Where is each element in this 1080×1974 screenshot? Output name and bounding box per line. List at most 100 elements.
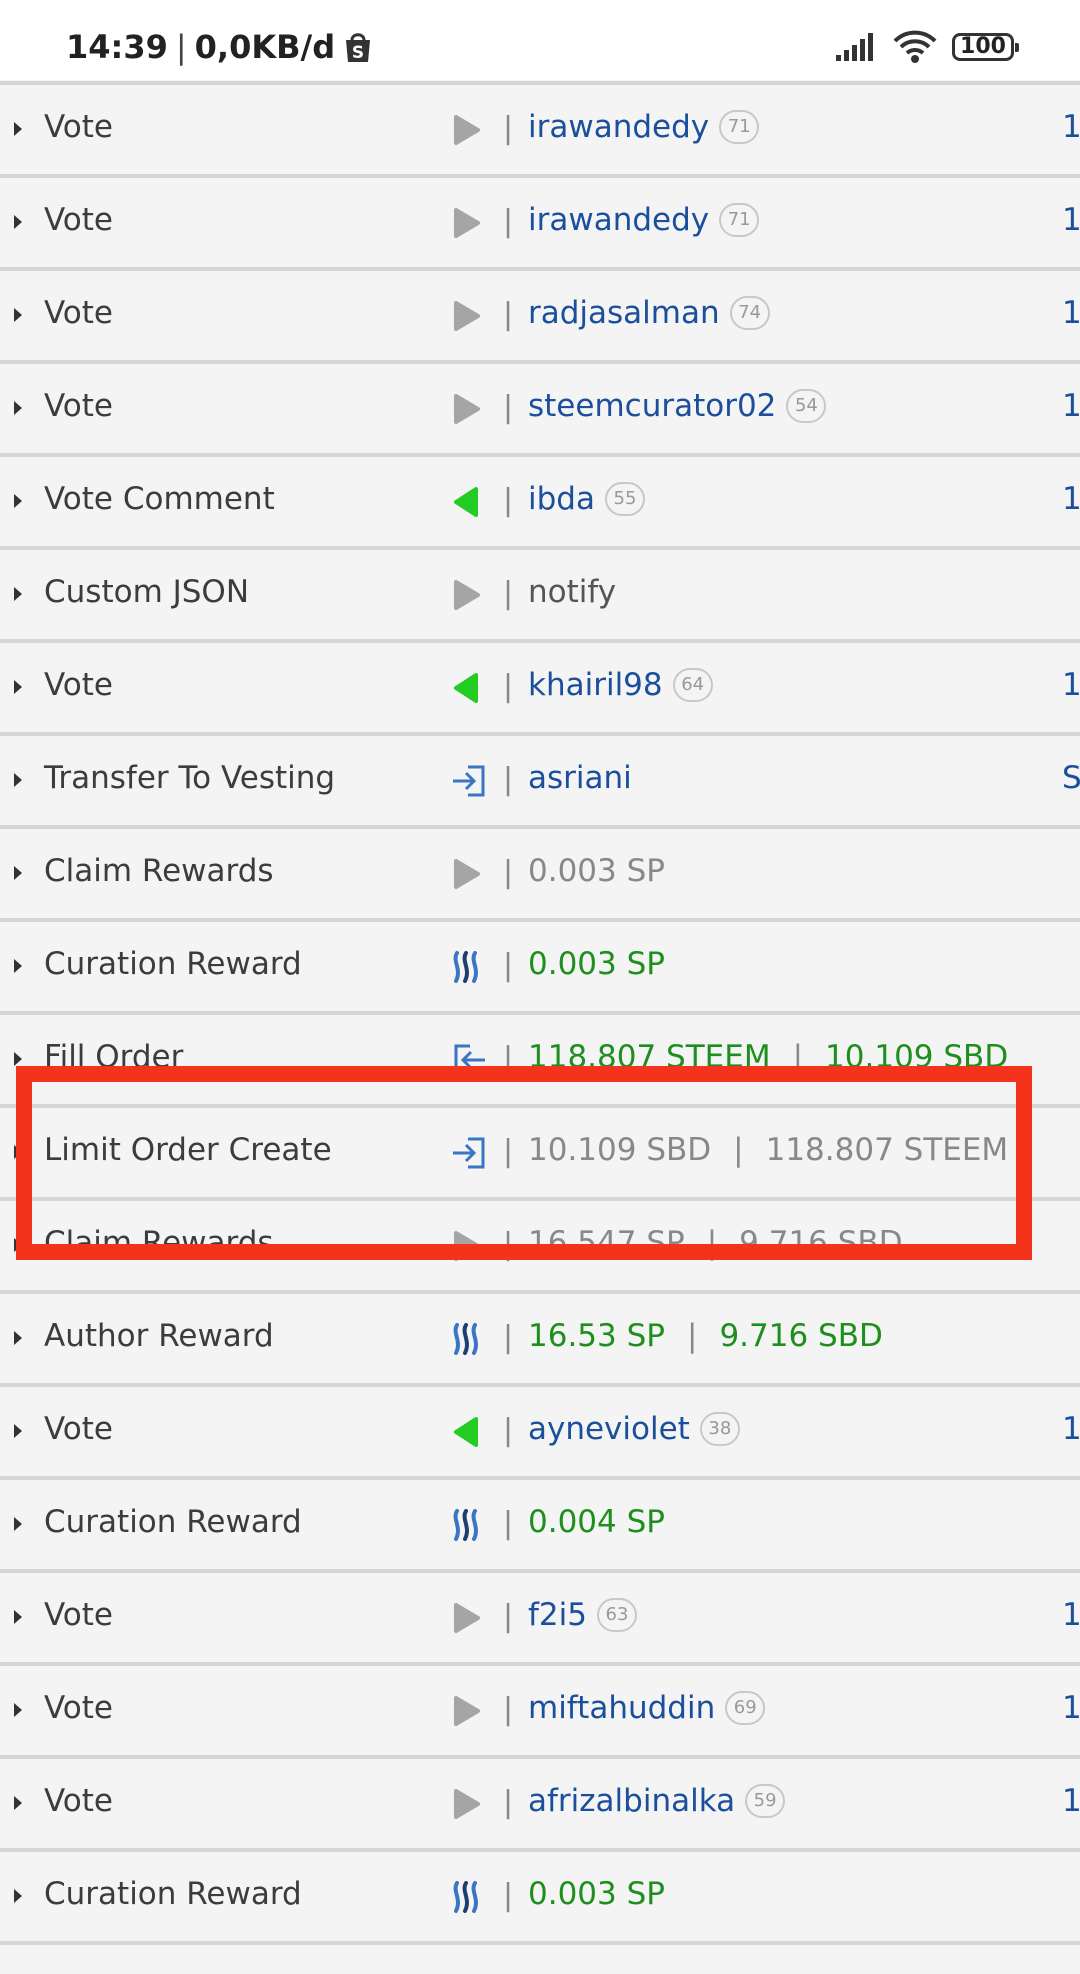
shopee-bag-icon: S [346, 33, 371, 63]
operation-row[interactable]: Claim Rewards | 0.003 SP [0, 829, 1080, 922]
expand-caret-icon[interactable] [14, 1703, 22, 1717]
play-gray-icon [450, 205, 484, 241]
column-divider: | [503, 762, 514, 797]
column-divider: | [503, 297, 514, 332]
expand-caret-icon[interactable] [14, 1331, 22, 1345]
username-link[interactable]: asriani [528, 760, 632, 796]
expand-caret-icon[interactable] [14, 1424, 22, 1438]
operation-name: Vote [44, 667, 113, 703]
truncated-value: 1 [1062, 295, 1080, 331]
battery-level: 100 [960, 34, 1006, 59]
operation-row[interactable]: Curation Reward | 0.003 SP [0, 922, 1080, 1015]
status-separator: | [175, 28, 187, 66]
expand-caret-icon[interactable] [14, 866, 22, 880]
expand-caret-icon[interactable] [14, 1052, 22, 1066]
wifi-icon [893, 30, 937, 63]
play-gray-icon [450, 112, 484, 148]
truncated-value: 1 [1062, 481, 1080, 517]
truncated-value: 1 [1062, 1690, 1080, 1726]
username-link[interactable]: f2i5 [528, 1597, 587, 1633]
operation-name: Vote [44, 1690, 113, 1726]
operation-row[interactable]: Custom JSON | notify [0, 550, 1080, 643]
svg-text:S: S [352, 43, 364, 63]
operation-row[interactable]: Curation Reward | 0.004 SP [0, 1480, 1080, 1573]
column-divider: | [503, 1506, 514, 1541]
operation-name: Vote [44, 1597, 113, 1633]
truncated-value: 1 [1062, 1411, 1080, 1447]
signal-icon [836, 33, 873, 61]
username-link[interactable]: ibda [528, 481, 595, 517]
amount-value: 0.004 SP [528, 1504, 665, 1540]
username-link[interactable]: miftahuddin [528, 1690, 715, 1726]
play-gray-icon [450, 577, 484, 613]
username-link[interactable]: radjasalman [528, 295, 720, 331]
operation-name: Vote [44, 202, 113, 238]
username-link[interactable]: irawandedy [528, 109, 709, 145]
username-link[interactable]: steemcurator02 [528, 388, 776, 424]
amount-value: notify [528, 574, 617, 610]
expand-caret-icon[interactable] [14, 122, 22, 136]
amount-value: 0.003 SP [528, 853, 665, 889]
operation-row[interactable]: Vote | afrizalbinalka 59 1 [0, 1759, 1080, 1852]
operation-name: Curation Reward [44, 1504, 302, 1540]
operation-name: Vote [44, 1411, 113, 1447]
clock: 14:39 [66, 28, 168, 66]
column-divider: | [503, 855, 514, 890]
expand-caret-icon[interactable] [14, 1517, 22, 1531]
expand-caret-icon[interactable] [14, 308, 22, 322]
play-gray-icon [450, 1693, 484, 1729]
operation-detail: radjasalman 74 [528, 295, 770, 331]
operation-row[interactable]: Vote | miftahuddin 69 1 [0, 1666, 1080, 1759]
operation-row[interactable]: Vote | irawandedy 71 1 [0, 85, 1080, 178]
operation-row[interactable]: Vote | radjasalman 74 1 [0, 271, 1080, 364]
operation-row[interactable]: Vote | irawandedy 71 1 [0, 178, 1080, 271]
operation-name: Vote [44, 1783, 113, 1819]
operation-detail: irawandedy 71 [528, 109, 760, 145]
column-divider: | [503, 1878, 514, 1913]
truncated-value: ST [1062, 760, 1080, 796]
operation-row[interactable]: Curation Reward | 0.003 SP [0, 1852, 1080, 1945]
username-link[interactable]: afrizalbinalka [528, 1783, 735, 1819]
column-divider: | [503, 204, 514, 239]
status-left: 14:39 | 0,0KB/d S [66, 28, 373, 66]
username-link[interactable]: khairil98 [528, 667, 663, 703]
amount-value: 9.716 SBD [719, 1318, 883, 1354]
expand-caret-icon[interactable] [14, 215, 22, 229]
operation-row[interactable]: Vote Comment | ibda 55 1 [0, 457, 1080, 550]
column-divider: | [503, 1413, 514, 1448]
reputation-badge: 71 [719, 110, 760, 144]
expand-caret-icon[interactable] [14, 401, 22, 415]
expand-caret-icon[interactable] [14, 959, 22, 973]
operation-name: Vote [44, 109, 113, 145]
operation-detail: steemcurator02 54 [528, 388, 827, 424]
highlight-box [16, 1066, 1032, 1260]
operation-row[interactable]: Vote | f2i5 63 1 [0, 1573, 1080, 1666]
upvote-green-icon [450, 670, 484, 706]
operation-row[interactable]: Vote | khairil98 64 1 [0, 643, 1080, 736]
expand-caret-icon[interactable] [14, 1796, 22, 1810]
operation-row[interactable]: Author Reward | 16.53 SP | 9.716 SBD [0, 1294, 1080, 1387]
column-divider: | [503, 1692, 514, 1727]
operation-name: Author Reward [44, 1318, 274, 1354]
amount-separator: | [686, 1318, 698, 1354]
network-speed: 0,0KB/d [194, 28, 336, 66]
expand-caret-icon[interactable] [14, 1610, 22, 1624]
expand-caret-icon[interactable] [14, 1889, 22, 1903]
operation-row[interactable]: Vote | steemcurator02 54 1 [0, 364, 1080, 457]
operation-row[interactable]: Vote | ayneviolet 38 1 [0, 1387, 1080, 1480]
operation-detail: 0.003 SP [528, 946, 665, 982]
steem-logo-icon [450, 949, 484, 985]
expand-caret-icon[interactable] [14, 494, 22, 508]
upvote-green-icon [450, 1414, 484, 1450]
expand-caret-icon[interactable] [14, 680, 22, 694]
play-gray-icon [450, 856, 484, 892]
username-link[interactable]: ayneviolet [528, 1411, 690, 1447]
operation-row[interactable]: Transfer To Vesting | asriani ST [0, 736, 1080, 829]
expand-caret-icon[interactable] [14, 587, 22, 601]
upvote-green-icon [450, 484, 484, 520]
truncated-value: 1 [1062, 388, 1080, 424]
operation-name: Claim Rewards [44, 853, 274, 889]
operation-detail: 0.004 SP [528, 1504, 665, 1540]
expand-caret-icon[interactable] [14, 773, 22, 787]
username-link[interactable]: irawandedy [528, 202, 709, 238]
